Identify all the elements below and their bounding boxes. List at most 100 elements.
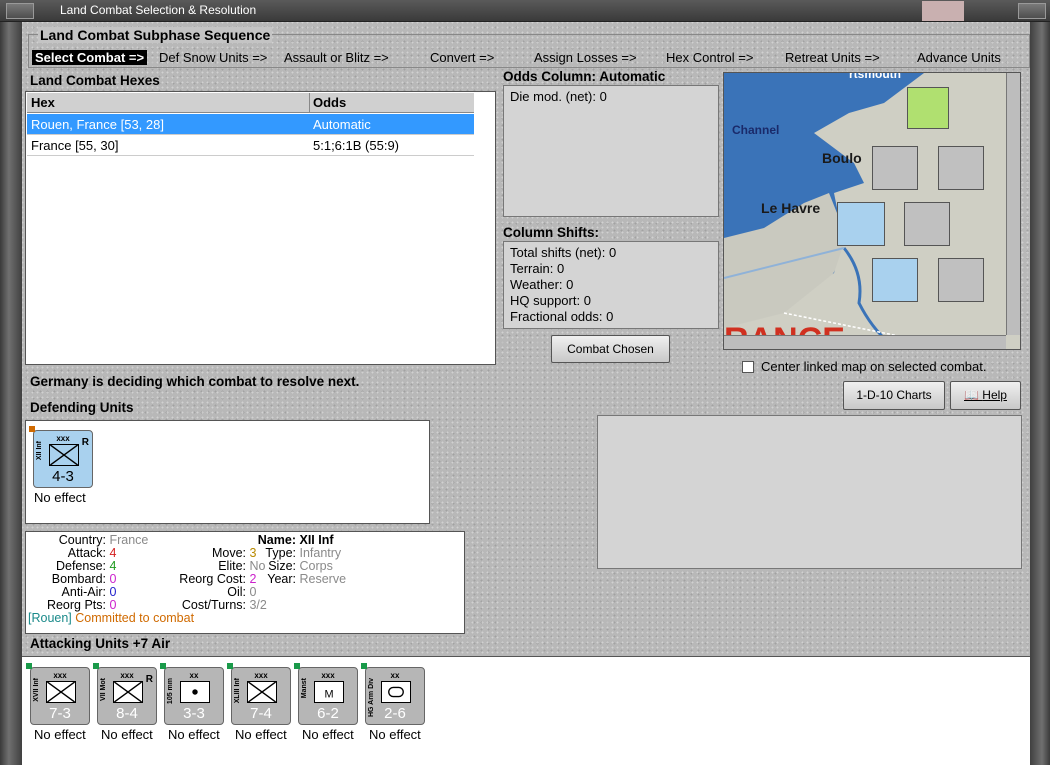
map-label-le-havre: Le Havre (761, 200, 821, 216)
step-assign-losses[interactable]: Assign Losses => (534, 50, 637, 65)
charts-button[interactable]: 1-D-10 Charts (843, 381, 945, 410)
attacking-unit-counter[interactable]: xxx XLIII Inf 7-4 (227, 663, 291, 725)
defending-units-box: xxx R XII Inf 4-3 No effect (25, 420, 430, 524)
status-dot (160, 663, 166, 669)
oil-value: 0 (249, 585, 257, 599)
map-label-boulogne: Boulo (822, 150, 862, 166)
shift-terrain: Terrain: 0 (510, 261, 565, 276)
help-book-icon: 📖 (964, 388, 983, 402)
center-map-checkbox[interactable] (742, 361, 754, 373)
reorg-value: 0 (109, 598, 117, 612)
map-unit-counter[interactable] (872, 146, 918, 190)
unit-strength: 4-3 (52, 468, 74, 485)
unit-type-icon: M (314, 681, 344, 703)
window-menu-icon[interactable] (6, 3, 34, 19)
unit-name: XII Inf (36, 441, 43, 461)
defending-unit-effect: No effect (34, 490, 86, 505)
attacking-unit-counter[interactable]: xxx Manst M 6-2 (294, 663, 358, 725)
unit-type-icon (46, 681, 76, 703)
name-value: XII Inf (299, 533, 334, 547)
map-label-portsmouth: rtsmouth (849, 72, 901, 81)
attacking-unit-effect: No effect (369, 727, 421, 742)
step-hex-control[interactable]: Hex Control => (666, 50, 753, 65)
map-air-unit-counter[interactable] (938, 146, 984, 190)
col-odds[interactable]: Odds (309, 93, 346, 113)
unit-strength: 6-2 (317, 705, 339, 722)
unit-type-icon (381, 681, 411, 703)
odds-box: Die mod. (net): 0 (503, 85, 719, 217)
infantry-icon (49, 444, 79, 466)
linked-map[interactable]: RANCE rtsmouth Channel Boulo Le Havre (723, 72, 1021, 350)
map-unit-counter[interactable] (907, 87, 949, 129)
map-unit-counter[interactable] (872, 258, 918, 302)
shift-total: Total shifts (net): 0 (510, 245, 617, 260)
hexes-header: Hex Odds (27, 93, 474, 113)
unit-strength: 3-3 (183, 705, 205, 722)
sequence-title: Land Combat Subphase Sequence (38, 27, 273, 43)
defending-title: Defending Units (30, 400, 134, 415)
flag-icon (922, 1, 964, 21)
country-value: France (109, 533, 149, 547)
map-unit-counter[interactable] (837, 202, 885, 246)
step-advance[interactable]: Advance Units (917, 50, 1001, 65)
unit-type-icon (113, 681, 143, 703)
unit-name: XVII Inf (33, 678, 40, 702)
help-button[interactable]: 📖 Help (950, 381, 1021, 410)
attacking-unit-counter[interactable]: xx 105 mm 3-3 (160, 663, 224, 725)
shifts-title: Column Shifts: (503, 225, 599, 240)
die-mod: Die mod. (net): 0 (510, 89, 607, 104)
location-value: [Rouen] (28, 611, 72, 625)
status-dot (294, 663, 300, 669)
year-label: Year: (267, 572, 296, 586)
attacking-unit-counter[interactable]: xx HG Arm Div 2-6 (361, 663, 425, 725)
map-unit-counter[interactable] (938, 258, 984, 302)
unit-strength: 7-4 (250, 705, 272, 722)
map-hscroll[interactable] (724, 335, 1006, 349)
attacking-unit-effect: No effect (168, 727, 220, 742)
unit-strength: 7-3 (49, 705, 71, 722)
title-bar: Land Combat Selection & Resolution (0, 0, 1050, 22)
hexes-table: Hex Odds Rouen, France [53, 28] Automati… (25, 91, 496, 365)
map-unit-counter[interactable] (904, 202, 950, 246)
attacking-unit-counter[interactable]: xxx R VII Mot 8-4 (93, 663, 157, 725)
step-retreat[interactable]: Retreat Units => (785, 50, 880, 65)
attacking-title: Attacking Units +7 Air (30, 636, 171, 651)
cost-turns-label: Cost/Turns: (181, 598, 246, 612)
status-dot (227, 663, 233, 669)
antiair-value: 0 (109, 585, 117, 599)
reserve-marker: R (145, 674, 153, 685)
step-convert[interactable]: Convert => (430, 50, 494, 65)
unit-name: Manst (301, 678, 308, 699)
bombard-value: 0 (109, 572, 117, 586)
unit-status-value: Committed to combat (75, 611, 195, 625)
map-label-channel: Channel (732, 123, 780, 137)
status-dot (29, 426, 35, 432)
help-label: Help (982, 388, 1007, 402)
attacking-units-box: xxx XVII Inf 7-3 No effect xxx R VII Mot 8-4 No … (22, 656, 1030, 765)
hex-name: Rouen, France [53, 28] (31, 117, 164, 132)
defense-value: 4 (109, 559, 117, 573)
col-hex[interactable]: Hex (31, 93, 55, 113)
step-select-combat[interactable]: Select Combat => (32, 50, 148, 65)
type-value: Infantry (299, 546, 342, 560)
odds-title: Odds Column: Automatic (503, 69, 666, 84)
attacking-unit-effect: No effect (101, 727, 153, 742)
shifts-box: Total shifts (net): 0 Terrain: 0 Weather… (503, 241, 719, 329)
combat-chosen-button[interactable]: Combat Chosen (551, 335, 670, 363)
size-value: Corps (299, 559, 333, 573)
hex-row[interactable]: Rouen, France [53, 28] Automatic (27, 114, 474, 135)
hex-row[interactable]: France [55, 30] 5:1;6:1B (55:9) (27, 135, 474, 156)
close-button[interactable] (1018, 3, 1046, 19)
defending-unit-counter[interactable]: xxx R XII Inf 4-3 (29, 426, 93, 488)
cost-turns-value: 3/2 (249, 598, 267, 612)
unit-name: VII Mot (100, 678, 107, 701)
window-frame-right (1030, 22, 1050, 765)
unit-strength: 8-4 (116, 705, 138, 722)
step-def-snow[interactable]: Def Snow Units => (159, 50, 267, 65)
attacking-unit-effect: No effect (302, 727, 354, 742)
attacking-unit-counter[interactable]: xxx XVII Inf 7-3 (26, 663, 90, 725)
hex-name: France [55, 30] (31, 138, 119, 153)
map-vscroll[interactable] (1006, 73, 1020, 335)
step-assault[interactable]: Assault or Blitz => (284, 50, 389, 65)
attacking-unit-effect: No effect (34, 727, 86, 742)
